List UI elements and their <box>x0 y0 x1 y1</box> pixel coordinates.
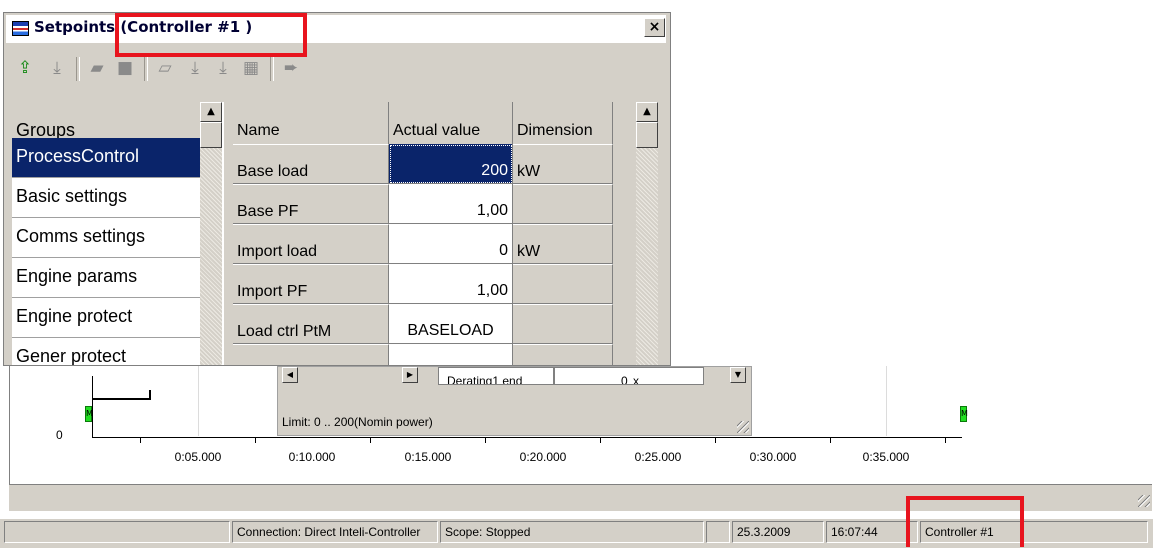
row-name[interactable]: Base PF <box>233 184 389 224</box>
partial-row-value: 0 x <box>554 367 704 385</box>
partial-row-value-text: 0 <box>621 374 628 385</box>
gridline <box>886 366 887 436</box>
table-scrollbar[interactable]: ▲ <box>636 102 658 365</box>
toolbar-separator <box>76 57 80 81</box>
chart-marker[interactable]: M <box>960 406 968 422</box>
row-name-partial[interactable] <box>233 344 389 365</box>
row-value[interactable]: BASELOAD <box>389 304 513 344</box>
status-time: 16:07:44 <box>826 521 918 543</box>
row-name[interactable]: Import PF <box>233 264 389 304</box>
x-tick-label: 0:30.000 <box>749 450 797 464</box>
download-icon[interactable]: ⤓ <box>46 57 68 79</box>
chart-marker[interactable]: M <box>85 406 93 422</box>
export-icon[interactable]: ⤓ <box>212 57 234 79</box>
x-tick-label: 0:15.000 <box>404 450 452 464</box>
setpoint-detail-panel: ◀ ▶ Derating1 end 0 x ▼ Limit: 0 .. 200(… <box>277 366 752 436</box>
row-dimension <box>513 184 613 224</box>
y-axis-zero-label: 0 <box>56 428 63 442</box>
scroll-right-icon[interactable]: ▶ <box>402 367 418 383</box>
row-value[interactable]: 1,00 <box>389 264 513 304</box>
row-value[interactable]: 1,00 <box>389 184 513 224</box>
group-item-processcontrol[interactable]: ProcessControl <box>12 138 200 178</box>
row-value-partial[interactable] <box>389 344 513 365</box>
x-tick-label: 0:05.000 <box>174 450 222 464</box>
export-arrow-icon[interactable]: ➨ <box>280 57 302 79</box>
open-file-icon[interactable]: ▱ <box>154 57 176 79</box>
group-item-basic-settings[interactable]: Basic settings <box>12 178 200 218</box>
setpoints-window: Setpoints (Controller #1 ) × ⇪ ⤓ ▰ ■ ▱ ⤓… <box>3 12 671 366</box>
signal-trace <box>92 398 150 400</box>
limit-hint: Limit: 0 .. 200(Nomin power) <box>282 415 433 429</box>
save-icon[interactable]: ■ <box>114 57 136 79</box>
x-tick <box>945 437 946 443</box>
groups-header: Groups <box>12 102 200 140</box>
row-dimension <box>513 264 613 304</box>
row-value[interactable]: 200 <box>389 144 513 184</box>
scroll-thumb[interactable] <box>636 122 658 148</box>
partial-row-name: Derating1 end <box>438 367 554 385</box>
row-name[interactable]: Base load <box>233 144 389 184</box>
x-tick <box>830 437 831 443</box>
close-button[interactable]: × <box>644 18 665 37</box>
x-tick <box>485 437 486 443</box>
row-dimension <box>513 304 613 344</box>
setpoints-app-icon <box>12 21 29 36</box>
toolbar-separator <box>270 57 274 81</box>
status-scope: Scope: Stopped <box>440 521 704 543</box>
scroll-left-icon[interactable]: ◀ <box>282 367 298 383</box>
row-dimension: kW <box>513 144 613 184</box>
scroll-up-icon[interactable]: ▲ <box>200 102 222 122</box>
row-dimension: kW <box>513 224 613 264</box>
table-icon[interactable]: ▦ <box>240 57 262 79</box>
scroll-thumb[interactable] <box>200 122 222 148</box>
toolbar: ⇪ ⤓ ▰ ■ ▱ ⤓ ⤓ ▦ ➨ <box>6 45 666 93</box>
x-tick-label: 0:10.000 <box>288 450 336 464</box>
column-header-actual-value[interactable]: Actual value <box>389 102 513 144</box>
group-item-engine-protect[interactable]: Engine protect <box>12 298 200 338</box>
x-tick-label: 0:35.000 <box>862 450 910 464</box>
row-value[interactable]: 0 <box>389 224 513 264</box>
status-connection: Connection: Direct Inteli-Controller <box>232 521 438 543</box>
group-item-engine-params[interactable]: Engine params <box>12 258 200 298</box>
column-header-name[interactable]: Name <box>233 102 389 144</box>
x-tick <box>370 437 371 443</box>
groups-scrollbar[interactable]: ▲ <box>200 102 222 365</box>
row-name[interactable]: Import load <box>233 224 389 264</box>
row-name[interactable]: Load ctrl PtM <box>233 304 389 344</box>
x-tick-label: 0:25.000 <box>634 450 682 464</box>
title-bar[interactable]: Setpoints (Controller #1 ) × <box>6 15 666 43</box>
status-cell-empty <box>4 521 230 543</box>
x-tick <box>715 437 716 443</box>
x-axis <box>92 437 962 438</box>
highlight-title-box <box>115 13 307 57</box>
resize-grip-icon[interactable] <box>1138 495 1150 507</box>
import-icon[interactable]: ⤓ <box>184 57 206 79</box>
row-dimension-partial <box>513 344 613 365</box>
x-tick-label: 0:20.000 <box>519 450 567 464</box>
group-item-gener-protect[interactable]: Gener protect <box>12 338 200 365</box>
x-tick <box>140 437 141 443</box>
status-date: 25.3.2009 <box>732 521 824 543</box>
gridline <box>198 366 199 436</box>
scroll-up-icon[interactable]: ▲ <box>636 102 658 122</box>
setpoints-table: Name Actual value Dimension Base load 20… <box>233 102 670 365</box>
column-header-dimension[interactable]: Dimension <box>513 102 613 144</box>
open-folder-icon[interactable]: ▰ <box>86 57 108 79</box>
group-item-comms-settings[interactable]: Comms settings <box>12 218 200 258</box>
partial-row-dim-text: x <box>633 374 639 385</box>
status-cell-empty <box>706 521 730 543</box>
resize-grip-icon[interactable] <box>737 421 749 433</box>
x-tick <box>600 437 601 443</box>
groups-list: Groups ProcessControl Basic settings Com… <box>12 102 224 365</box>
highlight-controller-box <box>906 496 1024 547</box>
toolbar-separator <box>144 57 148 81</box>
signal-trace <box>149 390 151 400</box>
partial-row-name-text: Derating1 end <box>447 374 523 385</box>
scroll-down-icon[interactable]: ▼ <box>730 367 746 383</box>
x-tick <box>255 437 256 443</box>
upload-green-icon[interactable]: ⇪ <box>14 57 36 79</box>
